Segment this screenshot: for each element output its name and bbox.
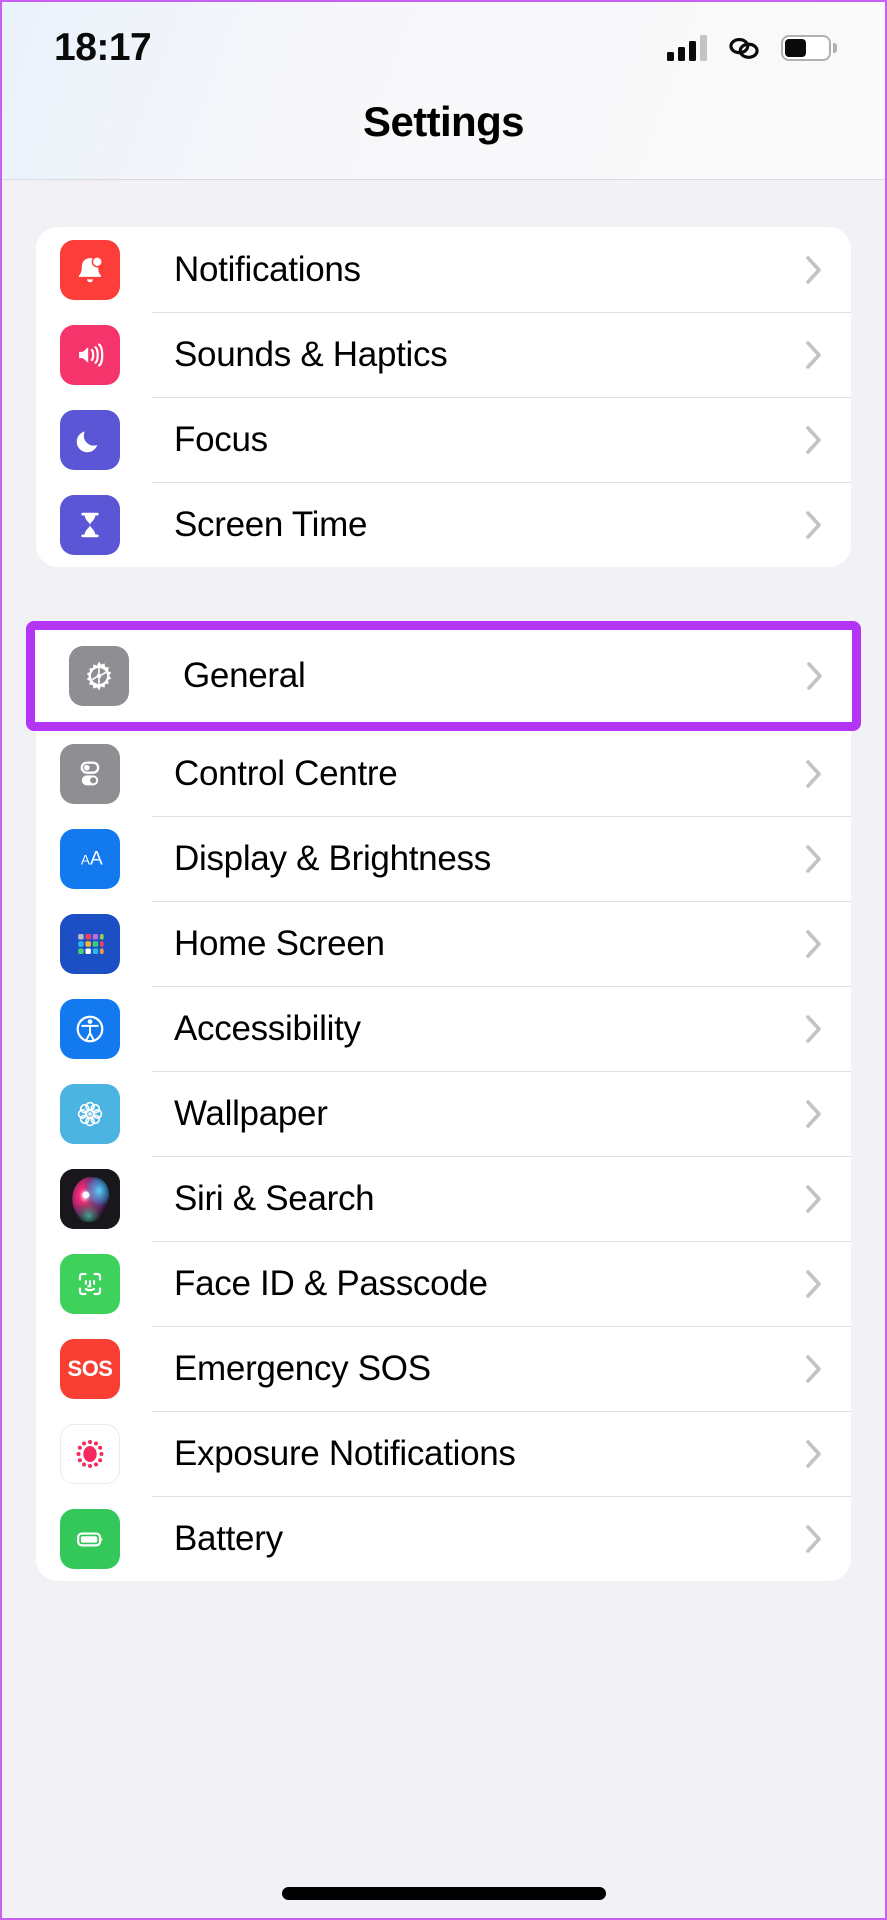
navigation-header: 18:17 Settings	[2, 2, 885, 180]
settings-row-home-screen[interactable]: Home Screen	[36, 901, 851, 986]
speaker-wave-icon	[60, 324, 120, 385]
chevron-right-icon	[806, 425, 821, 454]
accessibility-icon	[60, 998, 120, 1059]
control-toggles-icon	[60, 743, 120, 804]
settings-row-label: Accessibility	[174, 1008, 361, 1048]
chevron-right-icon	[806, 510, 821, 539]
settings-row-label: Exposure Notifications	[174, 1433, 516, 1473]
settings-row-label: Control Centre	[174, 753, 398, 793]
settings-row-label: Emergency SOS	[174, 1348, 431, 1388]
settings-group-system: Control Centre A A Display & Brightness	[36, 731, 851, 1581]
settings-row-label: Display & Brightness	[174, 838, 491, 878]
settings-row-label: Notifications	[174, 249, 361, 289]
settings-row-label: Wallpaper	[174, 1093, 328, 1133]
status-bar-indicators	[667, 34, 837, 62]
page-title: Settings	[363, 98, 524, 145]
settings-row-notifications[interactable]: Notifications	[36, 227, 851, 312]
cellular-signal-icon	[667, 35, 707, 61]
settings-row-face-id-passcode[interactable]: Face ID & Passcode	[36, 1241, 851, 1326]
bell-icon	[60, 239, 120, 300]
hourglass-icon	[60, 494, 120, 555]
settings-row-label: Focus	[174, 419, 268, 459]
face-id-icon	[60, 1253, 120, 1314]
settings-row-wallpaper[interactable]: Wallpaper	[36, 1071, 851, 1156]
chevron-right-icon	[806, 759, 821, 788]
flower-rosette-icon	[60, 1083, 120, 1144]
chevron-right-icon	[806, 255, 821, 284]
settings-row-label: Battery	[174, 1518, 283, 1558]
chevron-right-icon	[806, 1439, 821, 1468]
siri-orb-icon	[60, 1168, 120, 1229]
chevron-right-icon	[806, 1184, 821, 1213]
settings-row-control-centre[interactable]: Control Centre	[36, 731, 851, 816]
settings-row-display-brightness[interactable]: A A Display & Brightness	[36, 816, 851, 901]
settings-row-battery[interactable]: Battery	[36, 1496, 851, 1581]
settings-row-label: Sounds & Haptics	[174, 334, 448, 374]
chevron-right-icon	[806, 1014, 821, 1043]
text-size-aa-icon: A A	[60, 828, 120, 889]
settings-group-alerts: Notifications Sounds & Haptics Focus Scr…	[36, 227, 851, 567]
chevron-right-icon	[806, 1099, 821, 1128]
home-indicator-bar[interactable]	[281, 1887, 606, 1900]
settings-list[interactable]: Notifications Sounds & Haptics Focus Scr…	[2, 227, 885, 1581]
settings-row-screen-time[interactable]: Screen Time	[36, 482, 851, 567]
exposure-dots-icon	[60, 1423, 120, 1484]
chevron-right-icon	[806, 1524, 821, 1553]
settings-row-focus[interactable]: Focus	[36, 397, 851, 482]
settings-row-accessibility[interactable]: Accessibility	[36, 986, 851, 1071]
highlight-box-general: General	[26, 621, 861, 731]
settings-row-label: General	[183, 656, 306, 695]
sos-icon: SOS	[60, 1338, 120, 1399]
svg-text:A: A	[90, 848, 103, 869]
settings-row-siri-search[interactable]: Siri & Search	[36, 1156, 851, 1241]
chevron-right-icon	[806, 1354, 821, 1383]
settings-row-emergency-sos[interactable]: SOS Emergency SOS	[36, 1326, 851, 1411]
gear-icon	[69, 646, 129, 706]
battery-filled-icon	[60, 1508, 120, 1569]
chain-link-icon	[729, 38, 759, 59]
iphone-settings-screen: 18:17 Settings Notifications Sounds & Ha…	[0, 0, 887, 1920]
chevron-right-icon	[806, 340, 821, 369]
settings-row-general[interactable]: General	[35, 630, 852, 722]
settings-row-label: Siri & Search	[174, 1178, 375, 1218]
battery-icon	[781, 35, 837, 61]
settings-row-label: Screen Time	[174, 504, 368, 544]
chevron-right-icon	[806, 1269, 821, 1298]
moon-icon	[60, 409, 120, 470]
sos-icon-text: SOS	[67, 1355, 113, 1381]
status-bar: 18:17	[2, 2, 885, 94]
settings-row-sounds-haptics[interactable]: Sounds & Haptics	[36, 312, 851, 397]
chevron-right-icon	[807, 662, 822, 690]
settings-row-exposure-notifications[interactable]: Exposure Notifications	[36, 1411, 851, 1496]
settings-row-label: Home Screen	[174, 923, 385, 963]
app-grid-icon	[60, 913, 120, 974]
settings-row-label: Face ID & Passcode	[174, 1263, 488, 1303]
chevron-right-icon	[806, 929, 821, 958]
status-bar-clock: 18:17	[54, 26, 152, 69]
chevron-right-icon	[806, 844, 821, 873]
